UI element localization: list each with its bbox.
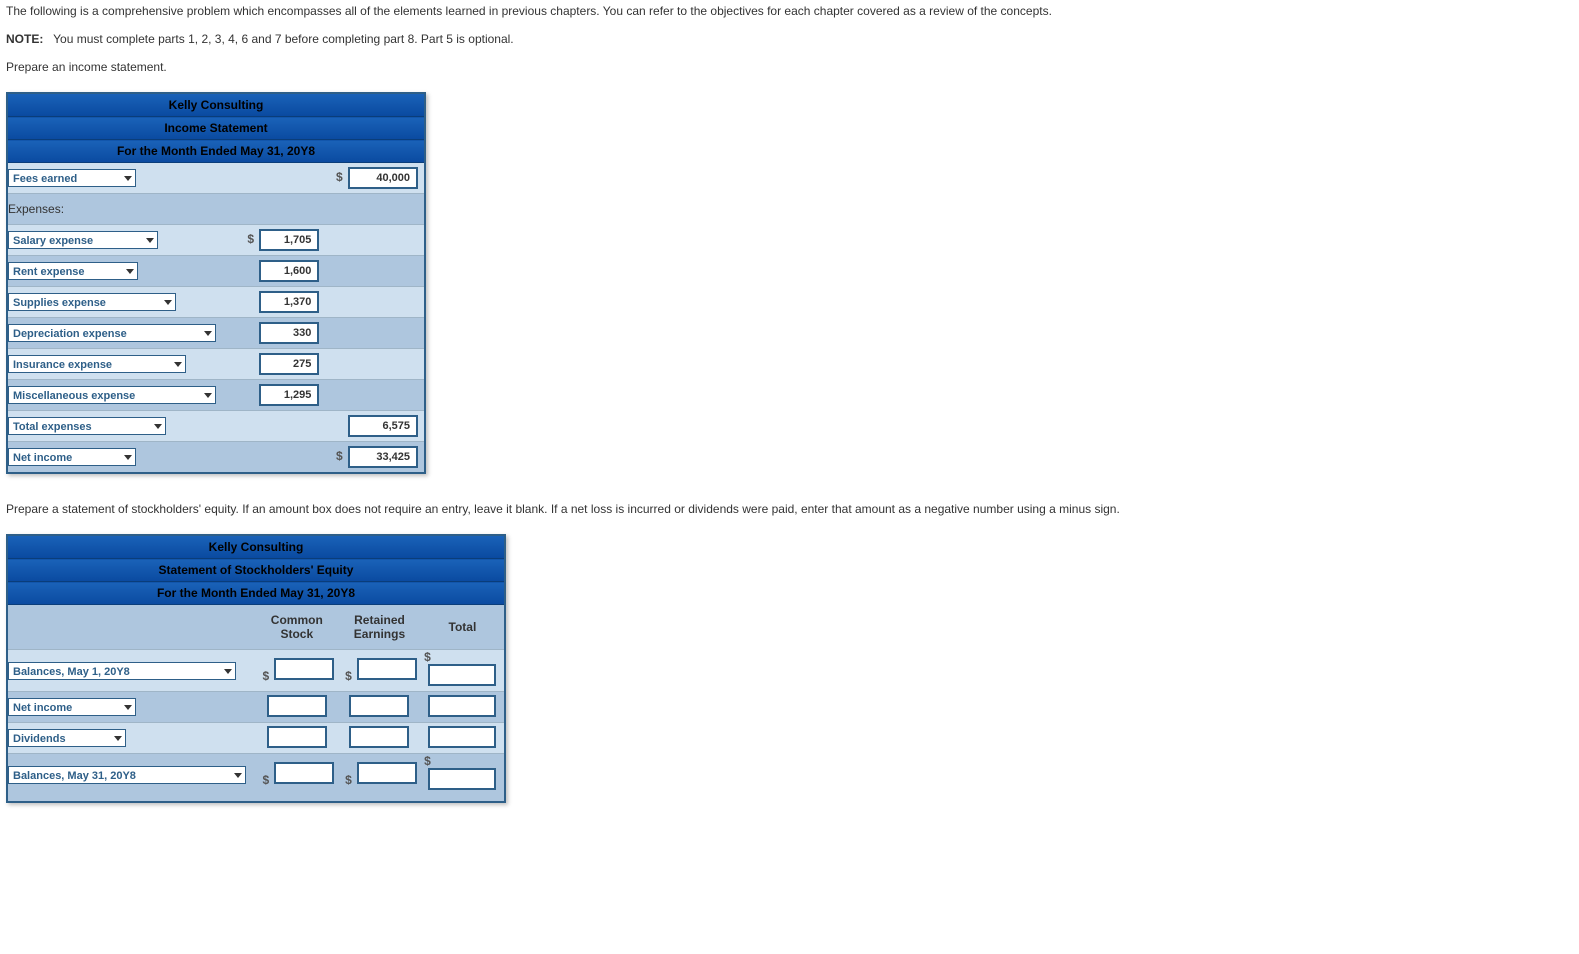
intro-text: The following is a comprehensive problem… (6, 4, 1573, 18)
div-common-input[interactable] (267, 726, 327, 748)
chevron-down-icon (154, 424, 162, 429)
bal2-retained-input[interactable] (357, 762, 417, 784)
insurance-expense-label: Insurance expense (13, 359, 112, 371)
chevron-down-icon (124, 176, 132, 181)
balances-may1-select[interactable]: Balances, May 1, 20Y8 (8, 662, 236, 680)
income-statement-table: Kelly Consulting Income Statement For th… (6, 92, 426, 474)
tbl2-header-3: For the Month Ended May 31, 20Y8 (7, 582, 505, 605)
misc-expense-label: Miscellaneous expense (13, 390, 135, 402)
tbl1-header-2: Income Statement (7, 117, 425, 140)
dollar-icon: $ (244, 232, 254, 246)
supplies-expense-label: Supplies expense (13, 297, 106, 309)
tbl1-header-1: Kelly Consulting (7, 93, 425, 117)
dollar-icon: $ (342, 669, 352, 683)
insurance-expense-select[interactable]: Insurance expense (8, 355, 186, 373)
col-retained-earnings: RetainedEarnings (338, 605, 421, 650)
bal2-total-input[interactable] (428, 768, 496, 790)
salary-expense-label: Salary expense (13, 235, 93, 247)
dollar-icon: $ (421, 754, 439, 768)
fees-earned-input[interactable]: 40,000 (348, 167, 418, 189)
net-income-input[interactable]: 33,425 (348, 446, 418, 468)
chevron-down-icon (126, 269, 134, 274)
total-expenses-select[interactable]: Total expenses (8, 417, 166, 435)
balances-may31-label: Balances, May 31, 20Y8 (13, 770, 136, 782)
chevron-down-icon (124, 455, 132, 460)
fees-earned-label: Fees earned (13, 173, 77, 185)
stockholders-equity-table: Kelly Consulting Statement of Stockholde… (6, 534, 506, 803)
dollar-icon: $ (333, 170, 343, 184)
depreciation-expense-label: Depreciation expense (13, 328, 127, 340)
fees-earned-select[interactable]: Fees earned (8, 169, 136, 187)
bal1-common-input[interactable] (274, 658, 334, 680)
misc-expense-select[interactable]: Miscellaneous expense (8, 386, 216, 404)
rent-expense-input[interactable]: 1,600 (259, 260, 319, 282)
chevron-down-icon (224, 669, 232, 674)
dollar-icon: $ (333, 449, 343, 463)
instruction-2: Prepare a statement of stockholders' equ… (6, 502, 1573, 516)
misc-expense-input[interactable]: 1,295 (259, 384, 319, 406)
total-expenses-label: Total expenses (13, 421, 92, 433)
net-income-label: Net income (13, 452, 72, 464)
chevron-down-icon (114, 736, 122, 741)
supplies-expense-select[interactable]: Supplies expense (8, 293, 176, 311)
dollar-icon: $ (421, 650, 439, 664)
note-line: NOTE: You must complete parts 1, 2, 3, 4… (6, 32, 1573, 46)
div-retained-input[interactable] (349, 726, 409, 748)
insurance-expense-input[interactable]: 275 (259, 353, 319, 375)
chevron-down-icon (204, 331, 212, 336)
tbl1-header-3: For the Month Ended May 31, 20Y8 (7, 140, 425, 163)
instruction-1: Prepare an income statement. (6, 60, 1573, 74)
total-expenses-input[interactable]: 6,575 (348, 415, 418, 437)
net-income-select[interactable]: Net income (8, 448, 136, 466)
neti-total-input[interactable] (428, 695, 496, 717)
tbl2-header-2: Statement of Stockholders' Equity (7, 559, 505, 582)
chevron-down-icon (146, 238, 154, 243)
depreciation-expense-input[interactable]: 330 (259, 322, 319, 344)
salary-expense-select[interactable]: Salary expense (8, 231, 158, 249)
bal2-common-input[interactable] (274, 762, 334, 784)
chevron-down-icon (124, 705, 132, 710)
chevron-down-icon (174, 362, 182, 367)
note-body: You must complete parts 1, 2, 3, 4, 6 an… (53, 32, 514, 46)
equity-net-income-label: Net income (13, 702, 72, 714)
div-total-input[interactable] (428, 726, 496, 748)
bal1-total-input[interactable] (428, 664, 496, 686)
depreciation-expense-select[interactable]: Depreciation expense (8, 324, 216, 342)
dividends-label: Dividends (13, 733, 66, 745)
balances-may31-select[interactable]: Balances, May 31, 20Y8 (8, 766, 246, 784)
dollar-icon: $ (342, 773, 352, 787)
supplies-expense-input[interactable]: 1,370 (259, 291, 319, 313)
neti-retained-input[interactable] (349, 695, 409, 717)
dollar-icon: $ (259, 773, 269, 787)
balances-may1-label: Balances, May 1, 20Y8 (13, 666, 130, 678)
tbl2-header-1: Kelly Consulting (7, 535, 505, 559)
salary-expense-input[interactable]: 1,705 (259, 229, 319, 251)
col-common-stock: CommonStock (255, 605, 338, 650)
rent-expense-label: Rent expense (13, 266, 85, 278)
col-total: Total (421, 605, 505, 650)
chevron-down-icon (204, 393, 212, 398)
chevron-down-icon (164, 300, 172, 305)
dividends-select[interactable]: Dividends (8, 729, 126, 747)
chevron-down-icon (234, 773, 242, 778)
dollar-icon: $ (259, 669, 269, 683)
expenses-heading: Expenses: (7, 194, 425, 225)
rent-expense-select[interactable]: Rent expense (8, 262, 138, 280)
bal1-retained-input[interactable] (357, 658, 417, 680)
equity-net-income-select[interactable]: Net income (8, 698, 136, 716)
neti-common-input[interactable] (267, 695, 327, 717)
note-label: NOTE: (6, 32, 43, 46)
